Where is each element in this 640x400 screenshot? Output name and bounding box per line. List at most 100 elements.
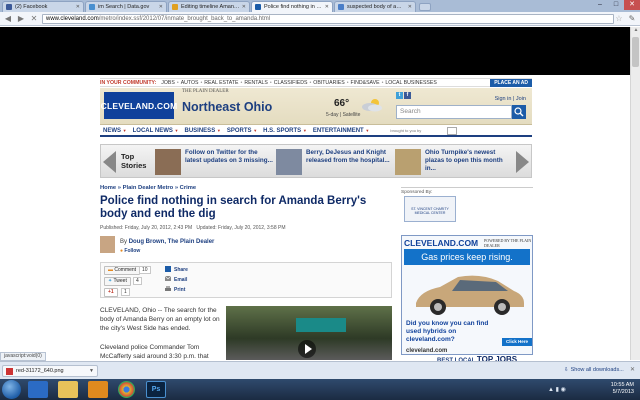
top-story-item[interactable]: Follow on Twitter for the latest updates… [155, 149, 273, 175]
share-link[interactable]: Share [174, 267, 188, 273]
search-input[interactable]: Search [396, 105, 512, 119]
follow-author-link[interactable]: ● Follow [120, 248, 140, 254]
community-link-real-estate[interactable]: REAL ESTATE [204, 80, 238, 86]
ad-plain-dealer-label: POWERED BY THE PLAIN DEALER [484, 238, 532, 248]
show-all-downloads-link[interactable]: ⇩ Show all downloads... [564, 367, 624, 373]
comment-button[interactable]: ▬ Comment [104, 266, 141, 275]
reload-icon[interactable]: ✕ [29, 14, 39, 24]
nav-business[interactable]: BUSINESS ▼ [185, 128, 221, 134]
sponsor-logo[interactable]: ST. VINCENT CHARITY MEDICAL CENTER [404, 196, 456, 222]
email-icon [165, 276, 171, 281]
url-input[interactable]: www.cleveland.com/metro/index.ssf/2012/0… [42, 13, 614, 24]
close-tab-icon[interactable]: ✕ [76, 4, 80, 10]
search-button[interactable] [512, 105, 526, 119]
breadcrumb-metro[interactable]: Plain Dealer Metro [123, 185, 174, 191]
article-paragraph: CLEVELAND, Ohio -- The search for the bo… [100, 307, 220, 332]
bookmark-star-icon[interactable]: ☆ [614, 14, 624, 23]
download-item[interactable]: red-31172_640.png ▼ [2, 365, 98, 377]
print-link[interactable]: Print [174, 287, 185, 293]
top-story-item[interactable]: Berry, DeJesus and Knight released from … [276, 149, 394, 175]
partly-cloudy-icon [362, 99, 382, 112]
nav-news[interactable]: NEWS ▼ [103, 128, 127, 134]
close-downloads-icon[interactable]: ✕ [630, 366, 635, 373]
carousel-prev-icon[interactable] [103, 151, 116, 173]
timeline-favicon-icon [172, 4, 178, 10]
sidebar-ad[interactable]: CLEVELAND.COM POWERED BY THE PLAIN DEALE… [401, 235, 533, 360]
google-plus-button[interactable]: +1 [104, 288, 118, 297]
folder-icon[interactable] [58, 381, 78, 398]
article-video[interactable] [226, 306, 392, 360]
nav-entertainment[interactable]: ENTERTAINMENT ▼ [313, 128, 370, 134]
chevron-down-icon[interactable]: ▼ [89, 366, 94, 376]
community-link-findsave[interactable]: FIND&SAVE [351, 80, 380, 86]
region-title: Northeast Ohio [182, 100, 273, 114]
scroll-up-icon[interactable]: ▲ [631, 27, 640, 35]
photoshop-icon[interactable]: Ps [146, 381, 166, 398]
vertical-scrollbar[interactable]: ▲ [630, 27, 640, 360]
community-link-classifieds[interactable]: CLASSIFIEDS [274, 80, 308, 86]
weather-temperature[interactable]: 66° [334, 98, 349, 109]
maximize-icon[interactable]: □ [608, 0, 624, 10]
site-header: CLEVELAND.COM THE PLAIN DEALER Northeast… [100, 88, 532, 125]
sign-in-link[interactable]: Sign in | Join [495, 96, 526, 102]
carousel-next-icon[interactable] [516, 151, 529, 173]
comment-icon: ▬ [108, 267, 113, 273]
top-banner-ad [0, 27, 630, 75]
ad-cleveland-logo: CLEVELAND.COM [404, 238, 479, 248]
close-tab-icon[interactable]: ✕ [325, 4, 329, 10]
chrome-icon[interactable] [118, 381, 135, 398]
browser-tab[interactable]: suspected body of amanda✕ [334, 1, 416, 12]
top-stories-title: Top Stories [121, 152, 147, 170]
browser-tab[interactable]: im Search | Data.gov ✕ [85, 1, 167, 12]
minimize-icon[interactable]: – [592, 0, 608, 10]
story-thumbnail [276, 149, 302, 175]
community-link-local-businesses[interactable]: LOCAL BUSINESSES [385, 80, 436, 86]
tweet-button[interactable]: ✦ Tweet [104, 277, 131, 286]
breadcrumb-home[interactable]: Home [100, 185, 116, 191]
breadcrumb-crime[interactable]: Crime [180, 185, 196, 191]
close-tab-icon[interactable]: ✕ [159, 4, 163, 10]
windows-taskbar: Ps ▲ ▮ ◉ 10:55 AM 5/7/2013 [0, 379, 640, 400]
author-link[interactable]: Doug Brown, The Plain Dealer [129, 239, 215, 245]
forecast-links[interactable]: 5-day | Satellite [326, 112, 360, 118]
new-tab-button[interactable] [419, 3, 431, 11]
browser-tab[interactable]: (2) Facebook ✕ [2, 1, 84, 12]
community-link-obituaries[interactable]: OBITUARIES [313, 80, 344, 86]
clock[interactable]: 10:55 AM 5/7/2013 [611, 382, 634, 396]
community-link-autos[interactable]: AUTOS [181, 80, 199, 86]
system-tray-icons[interactable]: ▲ ▮ ◉ [548, 386, 566, 393]
twitter-icon[interactable]: t [396, 92, 403, 99]
top-story-item[interactable]: Ohio Turnpike's newest plazas to open th… [395, 149, 511, 175]
email-link[interactable]: Email [174, 277, 187, 283]
community-link-jobs[interactable]: JOBS [161, 80, 175, 86]
community-link-rentals[interactable]: RENTALS [244, 80, 268, 86]
brought-by-label: brought to you by [390, 127, 422, 133]
start-button[interactable] [2, 380, 21, 399]
close-tab-icon[interactable]: ✕ [242, 4, 246, 10]
wrench-icon[interactable]: ✎ [627, 14, 637, 23]
media-player-icon[interactable] [88, 381, 108, 398]
download-arrow-icon: ⇩ [564, 367, 569, 373]
nav-hs-sports[interactable]: H.S. SPORTS ▼ [263, 128, 307, 134]
cleveland-logo[interactable]: CLEVELAND.COM [101, 92, 177, 119]
facebook-icon[interactable]: f [404, 92, 411, 99]
place-an-ad-button[interactable]: PLACE AN AD [490, 78, 532, 87]
close-window-icon[interactable]: ✕ [624, 0, 640, 10]
back-icon[interactable]: ◀ [3, 14, 13, 24]
browser-tab-active[interactable]: Police find nothing in sea ✕ [251, 1, 333, 12]
google-plus-count: 1 [121, 288, 130, 296]
browser-tab[interactable]: Editing timeline Amanda ✕ [168, 1, 250, 12]
forward-icon[interactable]: ▶ [16, 14, 26, 24]
play-icon[interactable] [298, 340, 316, 358]
internet-explorer-icon[interactable] [28, 381, 48, 398]
window-controls: – □ ✕ [592, 0, 640, 10]
section-nav: NEWS ▼ LOCAL NEWS ▼ BUSINESS ▼ SPORTS ▼ … [100, 126, 532, 137]
nav-local-news[interactable]: LOCAL NEWS ▼ [133, 128, 179, 134]
author-photo [100, 236, 115, 253]
scrollbar-thumb[interactable] [632, 37, 639, 67]
close-tab-icon[interactable]: ✕ [408, 4, 412, 10]
ad-click-button[interactable]: Click Here [502, 338, 532, 346]
nav-sports[interactable]: SPORTS ▼ [227, 128, 257, 134]
share-box: ▬ Comment 10 ✦ Tweet 4 +1 1 Share Email … [100, 262, 392, 298]
comment-count: 10 [139, 266, 151, 274]
